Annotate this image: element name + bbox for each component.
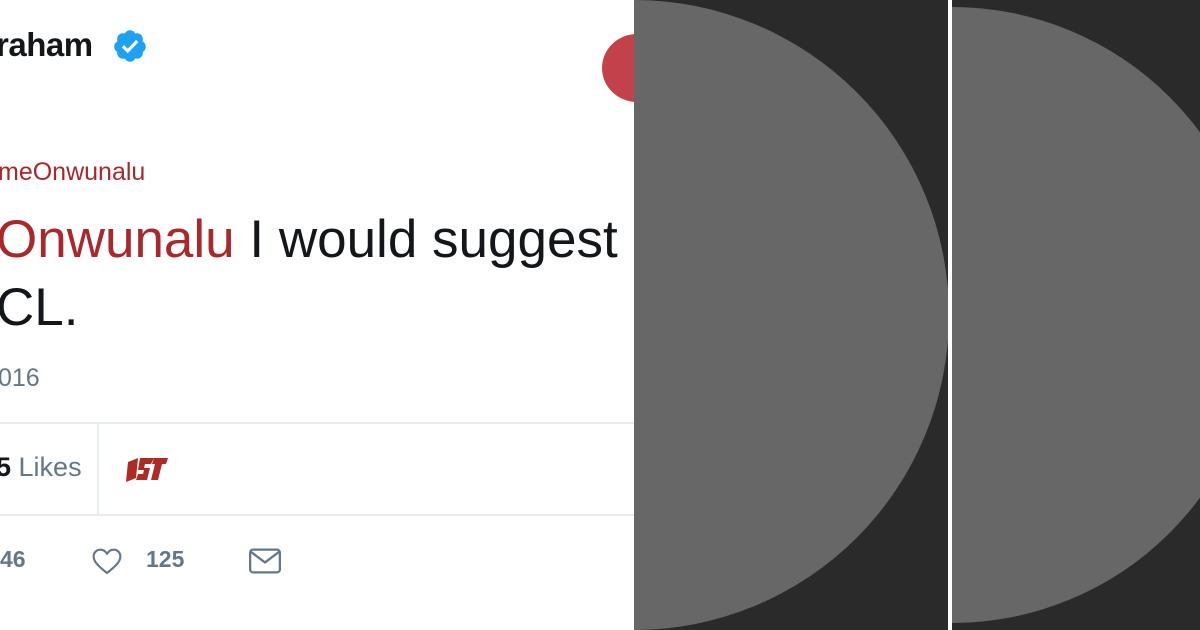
tweet-text-line-1: Onwunalu I would suggest <box>0 206 618 274</box>
placeholder-panel-right <box>952 0 1200 630</box>
likes-label: Likes <box>11 452 82 482</box>
stats-bottom-divider <box>0 514 634 516</box>
tweet-text: Onwunalu I would suggest CL. <box>0 206 618 342</box>
author-name[interactable]: raham <box>0 26 93 64</box>
tweet-card: raham meOnwunalu Onwunalu I would sugges… <box>0 0 634 630</box>
tweet-text-body: I would suggest <box>234 210 618 269</box>
placeholder-panel-left <box>634 0 948 630</box>
stats-separator <box>97 424 99 516</box>
likes-count: 5 <box>0 452 12 482</box>
verified-badge-icon <box>114 30 146 62</box>
placeholder-circle-left <box>634 0 948 630</box>
mention-link[interactable]: Onwunalu <box>0 210 235 269</box>
envelope-icon[interactable] <box>248 546 282 576</box>
stats-top-divider <box>0 422 634 424</box>
tweet-text-line-2: CL. <box>0 278 79 337</box>
follow-button[interactable] <box>602 34 634 102</box>
tweet-timestamp[interactable]: 016 <box>0 364 40 393</box>
like-count[interactable]: 125 <box>146 546 184 573</box>
reply-to-handle[interactable]: meOnwunalu <box>0 158 145 187</box>
avatar-logo-icon[interactable] <box>124 452 170 486</box>
retweet-count[interactable]: 46 <box>0 546 26 573</box>
heart-icon[interactable] <box>90 545 124 577</box>
likes-stat[interactable]: 5 Likes <box>0 452 82 483</box>
placeholder-circle-right <box>952 7 1200 623</box>
